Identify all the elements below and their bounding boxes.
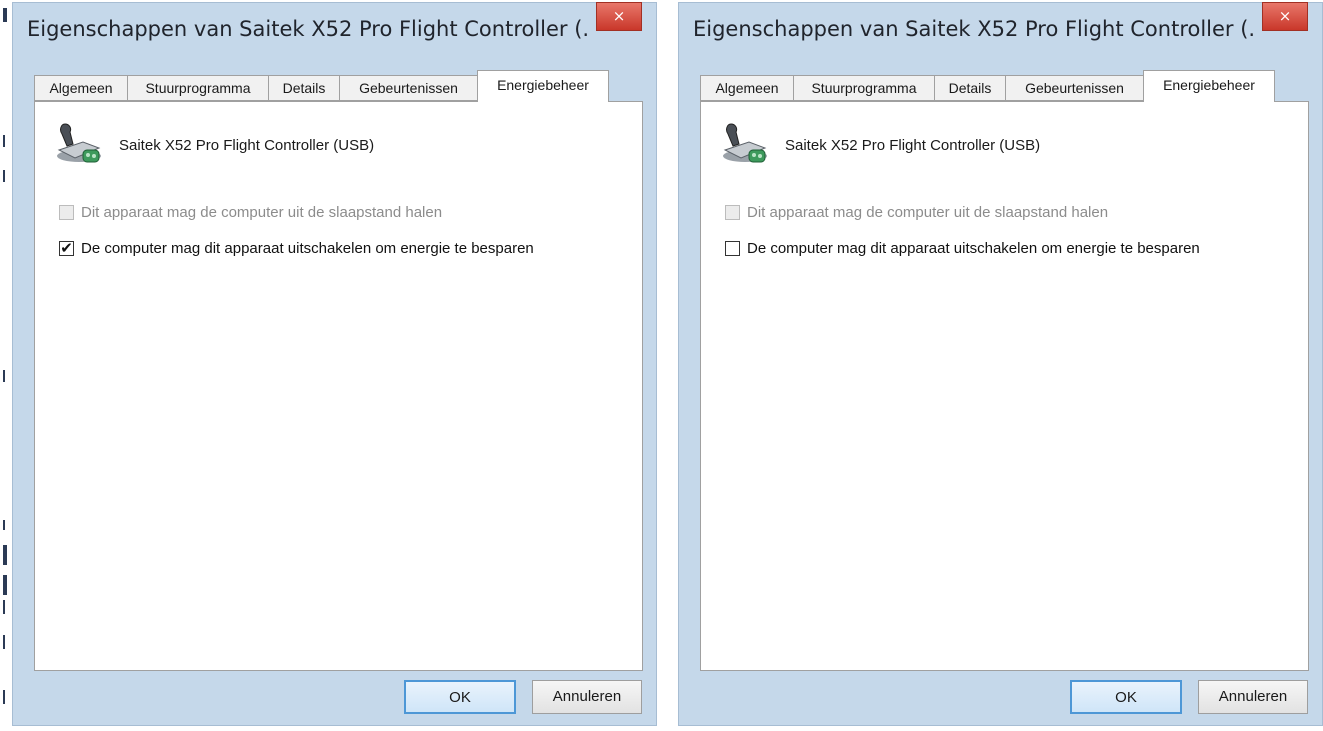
tab-gebeurtenissen[interactable]: Gebeurtenissen xyxy=(1005,75,1144,101)
close-button[interactable]: × xyxy=(596,2,642,31)
tab-energiebeheer[interactable]: Energiebeheer xyxy=(477,70,609,102)
close-button[interactable]: × xyxy=(1262,2,1308,31)
device-name: Saitek X52 Pro Flight Controller (USB) xyxy=(119,137,375,154)
power-save-label[interactable]: De computer mag dit apparaat uitschakele… xyxy=(747,240,1200,257)
tab-algemeen[interactable]: Algemeen xyxy=(34,75,128,101)
dialog-title: Eigenschappen van Saitek X52 Pro Flight … xyxy=(27,17,587,41)
wake-computer-label: Dit apparaat mag de computer uit de slaa… xyxy=(747,204,1109,221)
tab-energiebeheer[interactable]: Energiebeheer xyxy=(1143,70,1275,102)
power-save-checkbox[interactable]: ✔ xyxy=(59,241,74,256)
close-icon: × xyxy=(612,7,626,25)
dialog-title: Eigenschappen van Saitek X52 Pro Flight … xyxy=(693,17,1253,41)
tab-details[interactable]: Details xyxy=(268,75,340,101)
ok-button[interactable]: OK xyxy=(1070,680,1182,714)
properties-dialog-checked: Eigenschappen van Saitek X52 Pro Flight … xyxy=(12,2,657,726)
tab-panel-energiebeheer: Saitek X52 Pro Flight Controller (USB) D… xyxy=(34,101,643,671)
tab-gebeurtenissen[interactable]: Gebeurtenissen xyxy=(339,75,478,101)
tab-panel-energiebeheer: Saitek X52 Pro Flight Controller (USB) D… xyxy=(700,101,1309,671)
tab-stuurprogramma[interactable]: Stuurprogramma xyxy=(127,75,269,101)
properties-dialog-unchecked: Eigenschappen van Saitek X52 Pro Flight … xyxy=(678,2,1323,726)
wake-computer-checkbox xyxy=(59,205,74,220)
power-save-checkbox[interactable] xyxy=(725,241,740,256)
close-icon: × xyxy=(1278,7,1292,25)
ok-button[interactable]: OK xyxy=(404,680,516,714)
device-name: Saitek X52 Pro Flight Controller (USB) xyxy=(785,137,1041,154)
cancel-button[interactable]: Annuleren xyxy=(1198,680,1308,714)
tab-stuurprogramma[interactable]: Stuurprogramma xyxy=(793,75,935,101)
cancel-button[interactable]: Annuleren xyxy=(532,680,642,714)
joystick-icon xyxy=(57,123,101,163)
power-save-label[interactable]: De computer mag dit apparaat uitschakele… xyxy=(81,240,534,257)
tab-algemeen[interactable]: Algemeen xyxy=(700,75,794,101)
tab-details[interactable]: Details xyxy=(934,75,1006,101)
wake-computer-label: Dit apparaat mag de computer uit de slaa… xyxy=(81,204,443,221)
joystick-icon xyxy=(723,123,767,163)
wake-computer-checkbox xyxy=(725,205,740,220)
